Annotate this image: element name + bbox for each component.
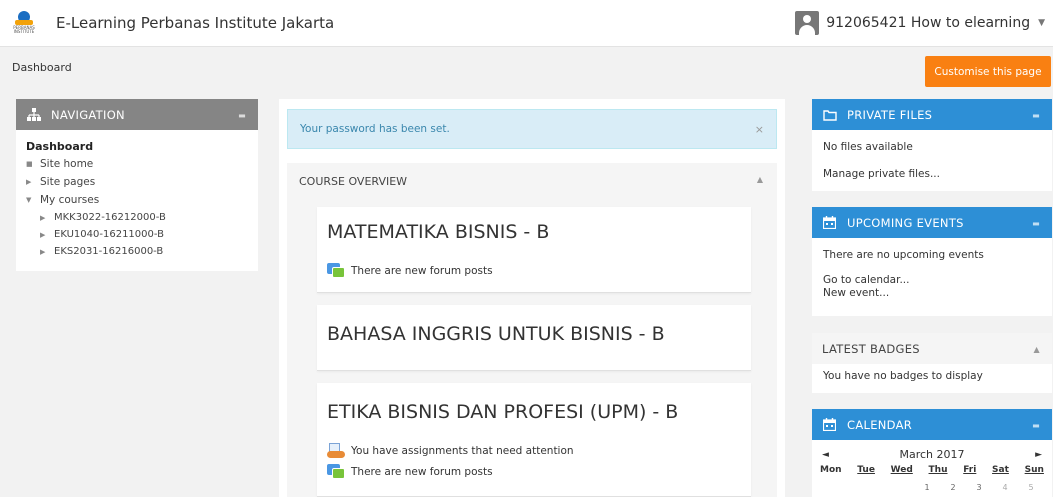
expand-arrow-icon[interactable]: ▶ [40,231,54,239]
private-files-block: PRIVATE FILES ▬ No files available Manag… [812,99,1052,191]
calendar-month[interactable]: March 2017 [899,448,964,461]
nav-site-home[interactable]: ■ Site home [26,155,248,173]
alert-message: Your password has been set. [300,123,450,135]
weekday-label: Sun [1024,465,1044,475]
private-files-title: PRIVATE FILES [847,107,933,122]
calendar-day[interactable]: 1 [914,483,940,492]
no-events-text: There are no upcoming events [823,249,984,261]
collapse-icon[interactable]: ▬ [1032,111,1040,120]
course-overview-header[interactable]: COURSE OVERVIEW ▲ [287,163,777,199]
nav-course-item[interactable]: ▶ MKK3022-16212000-B [26,209,248,226]
calendar-day[interactable]: 3 [966,483,992,492]
user-menu[interactable]: 912065421 How to elearning ▼ [795,10,1045,36]
logo-text: PERBANAS INSTITUTE [13,25,35,34]
weekday-label: Tue [857,465,875,475]
latest-badges-title: LATEST BADGES [822,341,920,356]
course-title[interactable]: ETIKA BISNIS DAN PROFESI (UPM) - B [327,401,678,423]
password-alert: Your password has been set. × [287,109,777,149]
calendar-dates-row: 1 2 3 4 5 [812,483,1052,492]
calendar-icon [822,215,837,230]
private-files-header[interactable]: PRIVATE FILES ▬ [812,99,1052,130]
user-name[interactable]: 912065421 How to elearning [826,15,1030,31]
calendar-weekdays: Mon Tue Wed Thu Fri Sat Sun [812,465,1052,475]
go-to-calendar-link[interactable]: Go to calendar... [823,274,1041,286]
expand-arrow-icon[interactable]: ▶ [40,214,54,222]
course-title[interactable]: MATEMATIKA BISNIS - B [327,221,549,243]
nav-site-pages[interactable]: ▶ Site pages [26,173,248,191]
forum-icon [327,263,345,279]
course-card: MATEMATIKA BISNIS - B There are new foru… [317,207,751,293]
bullet-icon: ■ [26,160,33,168]
navigation-block: NAVIGATION ▬ Dashboard ■ Site home ▶ Site … [16,99,258,271]
prev-month-arrow-icon[interactable]: ◄ [822,450,829,460]
chevron-up-icon[interactable]: ▲ [1034,345,1040,354]
navigation-title: NAVIGATION [51,107,125,122]
perbanas-logo[interactable]: PERBANAS INSTITUTE [10,9,38,37]
course-notification[interactable]: You have assignments that need attention [327,443,574,459]
next-month-arrow-icon[interactable]: ► [1035,450,1042,460]
chevron-down-icon[interactable]: ▼ [1038,18,1045,28]
expand-arrow-icon[interactable]: ▶ [40,248,54,256]
chevron-up-icon[interactable]: ▲ [757,175,763,184]
upcoming-events-header[interactable]: UPCOMING EVENTS ▬ [812,207,1052,238]
main-content: Your password has been set. × COURSE OVE… [279,99,785,497]
course-card: ETIKA BISNIS DAN PROFESI (UPM) - B You h… [317,383,751,497]
customise-page-button[interactable]: Customise this page [925,56,1051,87]
collapse-arrow-icon[interactable]: ▼ [26,196,40,204]
user-avatar-icon[interactable] [795,11,820,35]
top-navbar: PERBANAS INSTITUTE E-Learning Perbanas I… [0,0,1053,47]
course-overview-title: COURSE OVERVIEW [299,174,408,188]
sitemap-icon [26,107,41,122]
upcoming-events-block: UPCOMING EVENTS ▬ There are no upcoming … [812,207,1052,316]
upcoming-events-title: UPCOMING EVENTS [847,215,964,230]
calendar-day[interactable]: 5 [1018,483,1044,492]
calendar-day[interactable]: 4 [992,483,1018,492]
collapse-icon[interactable]: ▬ [1032,219,1040,228]
latest-badges-header[interactable]: LATEST BADGES ▲ [812,333,1052,364]
calendar-title: CALENDAR [847,417,913,432]
course-title[interactable]: BAHASA INGGRIS UNTUK BISNIS - B [327,323,665,345]
collapse-icon[interactable]: ▬ [1032,421,1040,430]
collapse-icon[interactable]: ▬ [238,111,246,120]
course-notification[interactable]: There are new forum posts [327,464,493,480]
course-notification[interactable]: There are new forum posts [327,263,493,279]
no-badges-text: You have no badges to display [823,370,983,382]
course-overview-body: MATEMATIKA BISNIS - B There are new foru… [287,199,777,497]
calendar-block: CALENDAR ▬ ◄ March 2017 ► Mon Tue Wed Th… [812,409,1052,497]
weekday-label: Wed [890,465,913,475]
calendar-icon [822,417,837,432]
navigation-block-header[interactable]: NAVIGATION ▬ [16,99,258,130]
expand-arrow-icon[interactable]: ▶ [26,178,40,186]
nav-course-item[interactable]: ▶ EKU1040-16211000-B [26,226,248,243]
forum-icon [327,464,345,480]
nav-dashboard[interactable]: Dashboard [26,140,248,153]
weekday-label: Fri [963,465,977,475]
latest-badges-block: LATEST BADGES ▲ You have no badges to di… [812,333,1052,393]
weekday-label: Sat [992,465,1009,475]
breadcrumb[interactable]: Dashboard [12,61,72,74]
new-event-link[interactable]: New event... [823,287,1041,299]
folder-icon [822,107,837,122]
close-icon[interactable]: × [755,123,764,136]
calendar-month-nav: ◄ March 2017 ► [812,448,1052,461]
nav-my-courses[interactable]: ▼ My courses [26,191,248,209]
nav-course-item[interactable]: ▶ EKS2031-16216000-B [26,243,248,260]
course-card: BAHASA INGGRIS UNTUK BISNIS - B [317,305,751,371]
site-name[interactable]: E-Learning Perbanas Institute Jakarta [56,14,334,32]
calendar-header[interactable]: CALENDAR ▬ [812,409,1052,440]
no-files-text: No files available [823,141,913,153]
weekday-label: Mon [820,465,842,475]
calendar-day[interactable]: 2 [940,483,966,492]
assignment-icon [327,443,345,459]
weekday-label: Thu [928,465,948,475]
manage-private-files-link[interactable]: Manage private files... [823,168,1041,180]
